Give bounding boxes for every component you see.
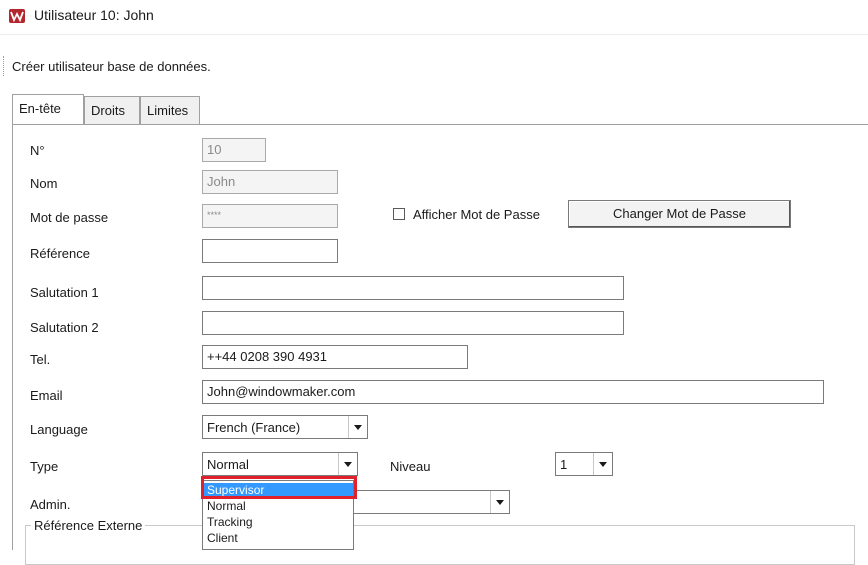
tab-droits[interactable]: Droits [84,96,140,124]
show-password-label: Afficher Mot de Passe [413,207,540,222]
external-reference-group [25,525,855,565]
salutation1-label: Salutation 1 [30,285,99,300]
toolbar-caption: Créer utilisateur base de données. [12,59,211,74]
tab-en-tete[interactable]: En-tête [12,94,84,124]
tab-label: En-tête [19,101,61,116]
chevron-down-icon[interactable] [348,416,367,438]
tab-limites[interactable]: Limites [140,96,200,124]
window-title: Utilisateur 10: John [34,7,154,23]
type-select[interactable]: Normal [202,452,358,476]
chevron-down-icon[interactable] [490,491,509,513]
chevron-down-icon[interactable] [338,453,357,475]
email-label: Email [30,388,63,403]
title-divider [0,34,868,35]
salutation1-input[interactable] [202,276,624,300]
show-password-checkbox[interactable] [393,208,405,220]
password-field: **** [202,204,338,228]
language-label: Language [30,422,88,437]
tab-panel-en-tete [12,124,868,550]
type-label: Type [30,459,59,474]
niveau-label: Niveau [390,459,431,474]
salutation2-label: Salutation 2 [30,320,99,335]
tel-label: Tel. [30,352,51,367]
dropdown-option-client[interactable]: Client [207,531,238,545]
type-value: Normal [207,457,249,472]
niveau-select[interactable]: 1 [555,452,613,476]
app-logo-icon [9,9,25,23]
email-input[interactable]: John@windowmaker.com [202,380,824,404]
reference-input[interactable] [202,239,338,263]
external-reference-title: Référence Externe [31,518,146,533]
annotation-highlight-box [201,476,357,499]
language-value: French (France) [207,420,301,435]
niveau-value: 1 [560,457,568,472]
dropdown-option-tracking[interactable]: Tracking [207,515,253,529]
reference-label: Référence [30,246,90,261]
chevron-down-icon[interactable] [593,453,612,475]
admin-label: Admin. [30,497,71,512]
name-label: Nom [30,176,58,191]
tab-label: Limites [147,103,189,118]
change-password-button[interactable]: Changer Mot de Passe [568,200,791,228]
salutation2-input[interactable] [202,311,624,335]
number-field: 10 [202,138,266,162]
tel-input[interactable]: ++44 0208 390 4931 [202,345,468,369]
name-field: John [202,170,338,194]
tab-label: Droits [91,103,125,118]
toolbar-grip[interactable] [3,56,6,76]
password-label: Mot de passe [30,210,109,225]
language-select[interactable]: French (France) [202,415,368,439]
number-label: N° [30,143,45,158]
dropdown-option-normal[interactable]: Normal [207,499,246,513]
